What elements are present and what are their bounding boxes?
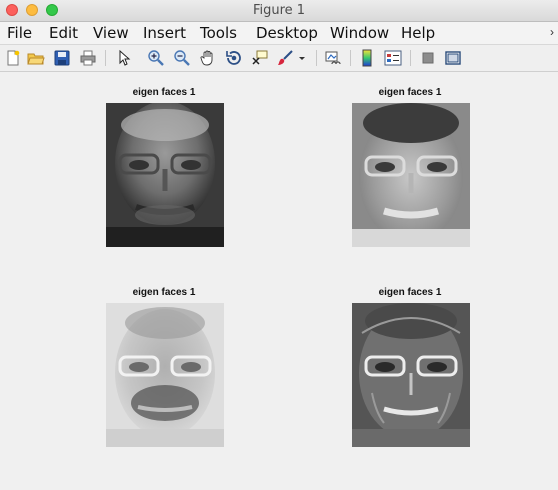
toolbar-separator: [410, 50, 411, 66]
print-icon[interactable]: [79, 49, 97, 67]
toolbar-separator: [316, 50, 317, 66]
data-cursor-icon[interactable]: [251, 49, 269, 67]
new-figure-icon[interactable]: [4, 49, 22, 67]
zoom-in-icon[interactable]: [147, 49, 165, 67]
menu-insert[interactable]: Insert: [143, 24, 186, 42]
open-file-icon[interactable]: [27, 49, 45, 67]
toolbar-separator: [350, 50, 351, 66]
menu-edit[interactable]: Edit: [49, 24, 78, 42]
eigenface-image[interactable]: [106, 103, 224, 247]
menu-help[interactable]: Help: [401, 24, 435, 42]
chevron-right-icon[interactable]: ›: [550, 25, 554, 39]
pan-hand-icon[interactable]: [199, 49, 217, 67]
zoom-out-icon[interactable]: [173, 49, 191, 67]
legend-icon[interactable]: [384, 49, 402, 67]
subplot-title: eigen faces 1: [132, 87, 196, 98]
brush-icon[interactable]: [277, 49, 295, 67]
menu-tools[interactable]: Tools: [200, 24, 237, 42]
show-plot-tools-icon[interactable]: [444, 49, 462, 67]
brush-dropdown-icon[interactable]: [297, 49, 307, 67]
pointer-icon[interactable]: [115, 49, 133, 67]
figure-toolbar: [0, 45, 558, 72]
save-icon[interactable]: [53, 49, 71, 67]
window-title-bar: Figure 1: [0, 0, 558, 22]
rotate-3d-icon[interactable]: [225, 49, 243, 67]
toolbar-separator: [105, 50, 106, 66]
menu-bar: File Edit View Insert Tools Desktop Wind…: [0, 22, 558, 45]
eigenface-image[interactable]: [352, 303, 470, 447]
subplot-title: eigen faces 1: [132, 287, 196, 298]
menu-view[interactable]: View: [93, 24, 129, 42]
menu-window[interactable]: Window: [330, 24, 389, 42]
window-title: Figure 1: [252, 3, 306, 18]
subplot-title: eigen faces 1: [378, 87, 442, 98]
colorbar-icon[interactable]: [358, 49, 376, 67]
figure-canvas[interactable]: eigen faces 1 eigen faces 1 eigen faces …: [0, 72, 558, 490]
subplot-title: eigen faces 1: [378, 287, 442, 298]
menu-desktop[interactable]: Desktop: [256, 24, 318, 42]
eigenface-image[interactable]: [352, 103, 470, 247]
link-plot-icon[interactable]: [324, 49, 342, 67]
hide-plot-tools-icon[interactable]: [419, 49, 437, 67]
menu-file[interactable]: File: [7, 24, 32, 42]
eigenface-image[interactable]: [106, 303, 224, 447]
